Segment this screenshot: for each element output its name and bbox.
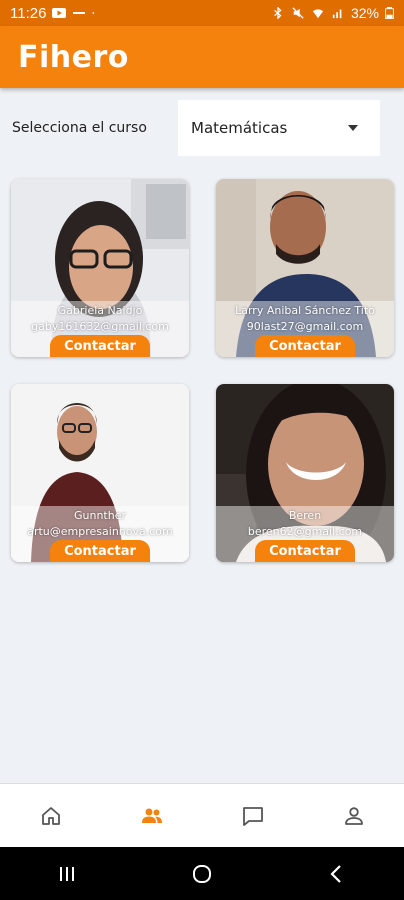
app-bar: Fihero	[0, 26, 404, 88]
course-selected-value: Matemáticas	[191, 119, 288, 137]
teacher-card[interactable]: Gunnther artu@empresainnova.com Contacta…	[11, 384, 189, 562]
recents-icon[interactable]	[55, 862, 79, 886]
back-icon[interactable]	[325, 862, 349, 886]
course-label: Selecciona el curso	[12, 120, 147, 136]
minus-icon	[73, 12, 86, 14]
dot-icon	[92, 12, 95, 14]
status-time: 11:26	[10, 4, 47, 22]
wifi-icon	[312, 9, 324, 19]
course-dropdown[interactable]: Matemáticas	[178, 100, 380, 156]
signal-icon	[332, 9, 342, 19]
nav-people[interactable]	[101, 784, 202, 847]
bluetooth-icon	[274, 7, 282, 19]
teacher-email: 90last27@gmail.com	[246, 320, 364, 333]
nav-home[interactable]	[0, 784, 101, 847]
home-circle-icon[interactable]	[190, 862, 214, 886]
teacher-email: beren62@gmail.com	[247, 525, 363, 538]
battery-percent: 32%	[350, 5, 379, 21]
teacher-name: Larry Anibal Sánchez Tito	[235, 304, 375, 317]
contact-button[interactable]: Contactar	[255, 335, 355, 357]
teacher-name: Gabriela Naidjo	[57, 304, 143, 317]
bottom-nav	[0, 783, 404, 847]
youtube-icon	[52, 8, 67, 18]
profile-icon	[344, 806, 363, 825]
contact-button[interactable]: Contactar	[50, 335, 150, 357]
battery-icon	[385, 7, 394, 19]
teacher-email: gaby161632@gmail.com	[31, 320, 169, 333]
system-nav	[0, 847, 404, 900]
teacher-name: Gunnther	[73, 509, 126, 522]
course-selector-row: Selecciona el curso Matemáticas	[0, 100, 404, 156]
nav-profile[interactable]	[303, 784, 404, 847]
nav-chat[interactable]	[202, 784, 303, 847]
contact-button[interactable]: Contactar	[50, 540, 150, 562]
mute-icon	[292, 7, 304, 19]
teacher-email: artu@empresainnova.com	[27, 525, 173, 538]
chat-icon	[242, 806, 263, 826]
teacher-card[interactable]: Gabriela Naidjo gaby161632@gmail.com Con…	[11, 179, 189, 357]
teacher-name: Beren	[288, 509, 322, 522]
contact-button[interactable]: Contactar	[255, 540, 355, 562]
teacher-card[interactable]: Larry Anibal Sánchez Tito 90last27@gmail…	[216, 179, 394, 357]
teacher-card[interactable]: Beren beren62@gmail.com Contactar	[216, 384, 394, 562]
caret-down-icon	[348, 125, 358, 131]
people-icon	[141, 808, 162, 823]
app-title: Fihero	[18, 39, 129, 75]
status-bar: 11:26 32%	[0, 0, 404, 26]
home-icon	[41, 806, 60, 825]
